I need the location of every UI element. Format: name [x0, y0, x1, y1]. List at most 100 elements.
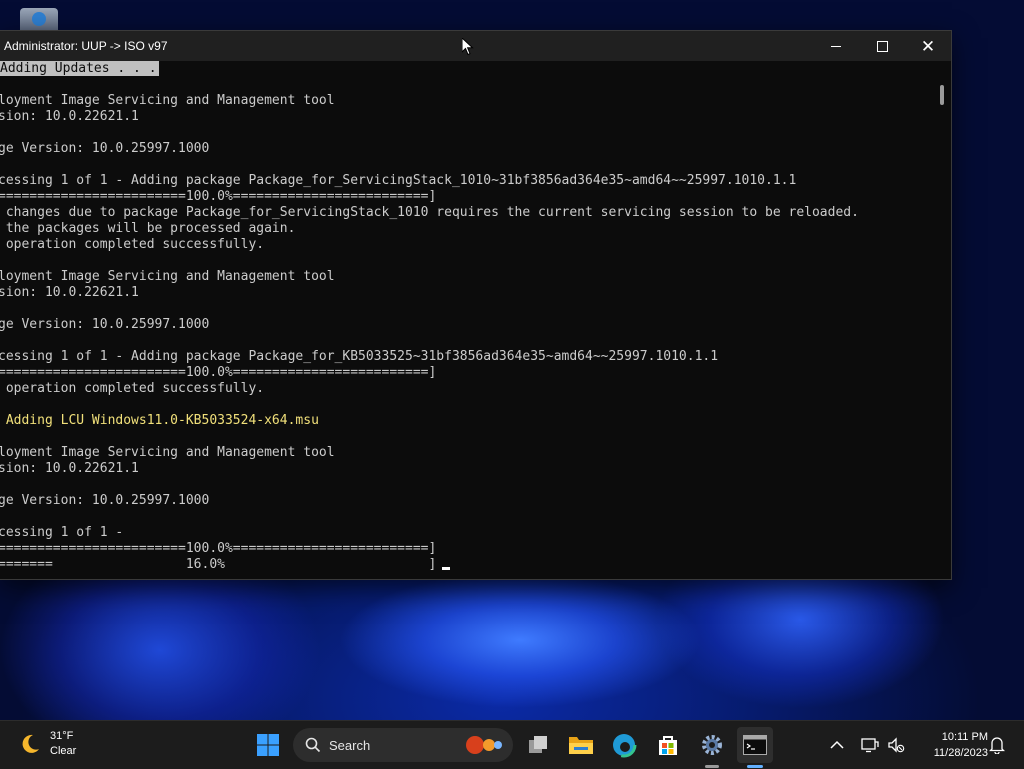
- console-line: operation completed successfully.: [0, 237, 934, 253]
- console-line: the packages will be processed again.: [0, 221, 934, 237]
- volume-muted-icon: [888, 737, 905, 753]
- search-icon: [305, 737, 321, 753]
- volume-button[interactable]: [882, 727, 910, 763]
- console-output[interactable]: Adding Updates . . . loyment Image Servic…: [0, 61, 934, 579]
- windows-logo-icon: [257, 734, 279, 756]
- console-line-text: Adding Updates . . .: [0, 61, 159, 76]
- console-line-text: cessing 1 of 1 - Adding package Package_…: [0, 173, 797, 188]
- network-icon: [861, 738, 879, 753]
- console-line: Adding LCU Windows11.0-KB5033524-x64.msu: [0, 413, 934, 429]
- console-line-text: cessing 1 of 1 - Adding package Package_…: [0, 349, 719, 364]
- console-line-text: loyment Image Servicing and Management t…: [0, 269, 335, 284]
- console-line-text: ge Version: 10.0.25997.1000: [0, 141, 210, 156]
- clock[interactable]: 10:11 PM 11/28/2023: [912, 729, 988, 761]
- clock-time: 10:11 PM: [941, 731, 988, 743]
- bell-icon: [989, 737, 1005, 754]
- console-line-text: operation completed successfully.: [0, 381, 265, 396]
- console-line: Adding Updates . . .: [0, 61, 934, 77]
- maximize-icon: [876, 40, 888, 52]
- console-line: cessing 1 of 1 - Adding package Package_…: [0, 173, 934, 189]
- console-line-text: the packages will be processed again.: [0, 221, 296, 236]
- task-view-button[interactable]: [520, 727, 556, 763]
- console-line: ========================100.0%==========…: [0, 189, 934, 205]
- terminal-button[interactable]: [737, 727, 773, 763]
- console-line-text: loyment Image Servicing and Management t…: [0, 445, 335, 460]
- title-bar[interactable]: Administrator: UUP -> ISO v97 ✕: [0, 31, 951, 61]
- recycle-bin-icon[interactable]: [20, 8, 58, 30]
- console-line-text: ========================100.0%==========…: [0, 365, 437, 380]
- console-line: ge Version: 10.0.25997.1000: [0, 317, 934, 333]
- console-line-text: ge Version: 10.0.25997.1000: [0, 317, 210, 332]
- minimize-button[interactable]: [813, 31, 859, 61]
- console-line-text: Adding LCU Windows11.0-KB5033524-x64.msu: [0, 413, 319, 428]
- weather-widget[interactable]: 31°F Clear: [18, 729, 76, 759]
- start-button[interactable]: [250, 727, 286, 763]
- clock-date: 11/28/2023: [933, 747, 988, 759]
- mouse-pointer-icon: [462, 38, 474, 56]
- show-hidden-icons-button[interactable]: [822, 727, 852, 763]
- console-line-text: ======= 16.0% ]: [0, 557, 437, 572]
- console-line: cessing 1 of 1 -: [0, 525, 934, 541]
- search-box[interactable]: Search: [293, 728, 513, 762]
- task-view-icon: [529, 736, 547, 753]
- console-line-text: ========================100.0%==========…: [0, 189, 437, 204]
- chevron-up-icon: [830, 740, 844, 749]
- console-line: sion: 10.0.22621.1: [0, 285, 934, 301]
- console-line-text: ge Version: 10.0.25997.1000: [0, 493, 210, 508]
- console-line: ========================100.0%==========…: [0, 541, 934, 557]
- weather-desc: Clear: [50, 745, 77, 757]
- edge-icon: [611, 732, 637, 758]
- settings-button[interactable]: [694, 727, 730, 763]
- close-button[interactable]: ✕: [905, 31, 951, 61]
- console-line: operation completed successfully.: [0, 381, 934, 397]
- console-line-text: operation completed successfully.: [0, 237, 265, 252]
- terminal-window: Administrator: UUP -> ISO v97 ✕ Adding U…: [0, 30, 952, 580]
- console-line: ======= 16.0% ]: [0, 557, 934, 573]
- folder-icon: [569, 737, 593, 754]
- gear-icon: [702, 735, 722, 755]
- console-line-text: changes due to package Package_for_Servi…: [0, 205, 859, 220]
- scrollbar-thumb[interactable]: [940, 85, 944, 105]
- terminal-icon: [743, 735, 767, 755]
- maximize-button[interactable]: [859, 31, 905, 61]
- console-line: loyment Image Servicing and Management t…: [0, 445, 934, 461]
- console-line-text: sion: 10.0.22621.1: [0, 285, 139, 300]
- console-line-text: ========================100.0%==========…: [0, 541, 437, 556]
- console-line: ========================100.0%==========…: [0, 365, 934, 381]
- close-icon: ✕: [920, 36, 936, 56]
- console-line: cessing 1 of 1 - Adding package Package_…: [0, 349, 934, 365]
- console-line-text: loyment Image Servicing and Management t…: [0, 93, 335, 108]
- edge-button[interactable]: [606, 727, 642, 763]
- console-line-text: sion: 10.0.22621.1: [0, 109, 139, 124]
- search-label: Search: [329, 737, 371, 753]
- window-title: Administrator: UUP -> ISO v97: [4, 39, 168, 53]
- taskbar: 31°F Clear Search 10:11 PM 11/28/2023: [0, 720, 1024, 769]
- console-line: changes due to package Package_for_Servi…: [0, 205, 934, 221]
- console-line-text: sion: 10.0.22621.1: [0, 461, 139, 476]
- console-line: loyment Image Servicing and Management t…: [0, 93, 934, 109]
- console-line: sion: 10.0.22621.1: [0, 461, 934, 477]
- minimize-icon: [831, 45, 841, 47]
- store-icon: [659, 736, 677, 755]
- console-line: loyment Image Servicing and Management t…: [0, 269, 934, 285]
- console-line: ge Version: 10.0.25997.1000: [0, 493, 934, 509]
- network-button[interactable]: [856, 727, 884, 763]
- console-line-text: cessing 1 of 1 -: [0, 525, 124, 540]
- store-button[interactable]: [650, 727, 686, 763]
- text-cursor: [442, 567, 451, 570]
- search-highlight-icon: [466, 736, 502, 754]
- console-line: sion: 10.0.22621.1: [0, 109, 934, 125]
- console-line: ge Version: 10.0.25997.1000: [0, 141, 934, 157]
- notifications-button[interactable]: [984, 727, 1010, 763]
- file-explorer-button[interactable]: [563, 727, 599, 763]
- moon-icon: [18, 732, 42, 756]
